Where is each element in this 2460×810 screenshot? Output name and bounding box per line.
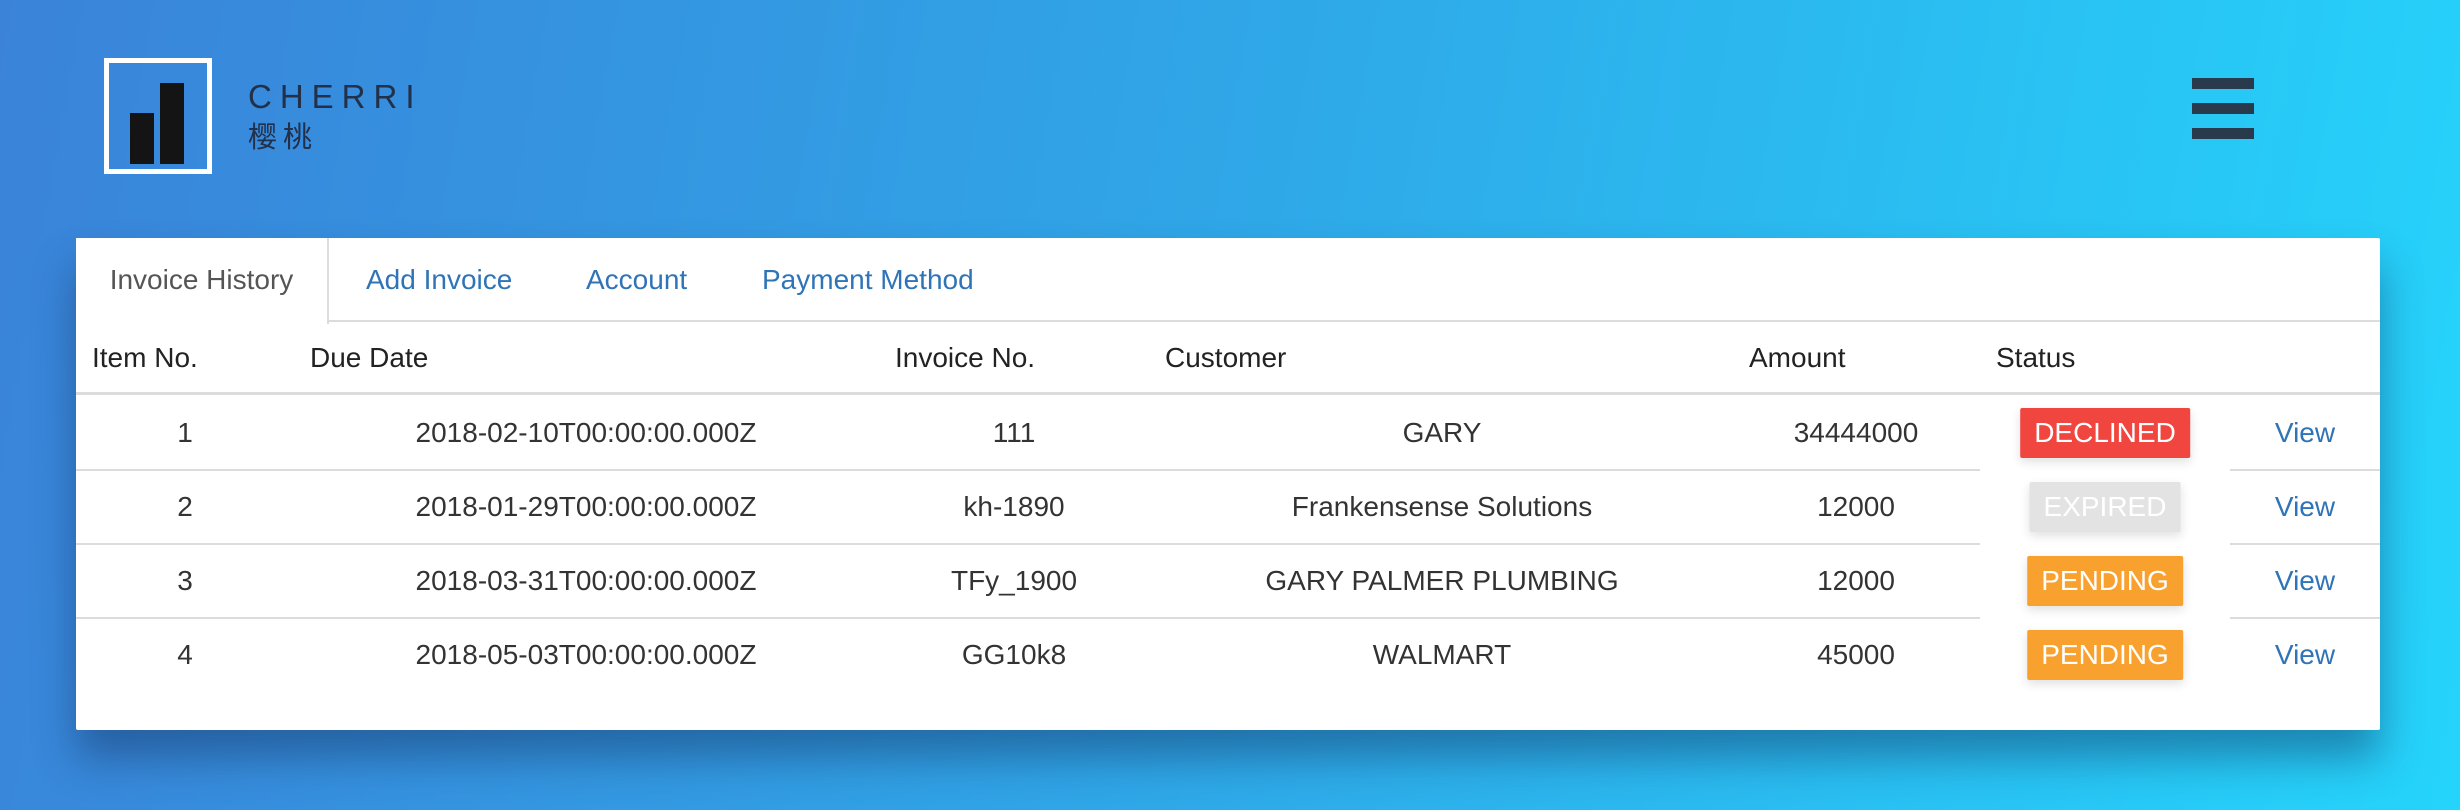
status-badge: PENDING — [2027, 630, 2183, 680]
due-date-cell: 2018-03-31T00:00:00.000Z — [415, 565, 757, 596]
brand-subtitle: 樱桃 — [248, 122, 319, 154]
column-header-invoice-no: Invoice No. — [895, 342, 1036, 373]
column-header-status: Status — [1996, 342, 2076, 373]
menu-line — [2192, 103, 2254, 114]
customer-cell: Frankensense Solutions — [1291, 491, 1593, 522]
brand-name: CHERRI — [248, 78, 423, 115]
column-header-customer: Customer — [1165, 342, 1287, 373]
logo-bar-short — [130, 113, 154, 164]
invoice-no-cell: 111 — [992, 417, 1036, 448]
table-row: 1 2018-02-10T00:00:00.000Z 111 GARY 34444000… — [76, 396, 2380, 471]
due-date-cell: 2018-01-29T00:00:00.000Z — [415, 491, 757, 522]
status-badge: EXPIRED — [2029, 482, 2181, 532]
hamburger-menu-icon[interactable] — [2192, 78, 2254, 140]
menu-line — [2192, 78, 2254, 89]
due-date-cell: 2018-05-03T00:00:00.000Z — [415, 639, 757, 670]
item-no-cell: 2 — [177, 491, 193, 522]
table-row: 3 2018-03-31T00:00:00.000Z TFy_1900 GARY PA… — [76, 544, 2380, 619]
invoice-no-cell: kh-1890 — [963, 491, 1065, 522]
table-row: 2 2018-01-29T00:00:00.000Z kh-1890 Frankens… — [76, 470, 2380, 545]
invoice-card: Invoice History Add Invoice Account Paym… — [76, 238, 2380, 730]
tab-add-invoice[interactable]: Add Invoice — [366, 238, 512, 322]
amount-cell: 12000 — [1817, 565, 1895, 596]
view-link[interactable]: View — [2275, 544, 2335, 618]
logo-bar-tall — [160, 83, 184, 164]
status-badge: PENDING — [2027, 556, 2183, 606]
view-link[interactable]: View — [2275, 470, 2335, 544]
item-no-cell: 1 — [177, 417, 193, 448]
invoice-no-cell: TFy_1900 — [950, 565, 1078, 596]
view-link[interactable]: View — [2275, 618, 2335, 692]
column-header-due-date: Due Date — [310, 342, 429, 373]
column-header-amount: Amount — [1749, 342, 1846, 373]
amount-cell: 12000 — [1817, 491, 1895, 522]
tab-payment-method[interactable]: Payment Method — [762, 238, 974, 322]
tab-account[interactable]: Account — [586, 238, 687, 322]
invoice-no-cell: GG10k8 — [961, 639, 1067, 670]
status-badge: DECLINED — [2020, 408, 2190, 458]
amount-cell: 34444000 — [1793, 417, 1919, 448]
item-no-cell: 3 — [177, 565, 193, 596]
due-date-cell: 2018-02-10T00:00:00.000Z — [415, 417, 757, 448]
tab-invoice-history[interactable]: Invoice History — [76, 238, 329, 324]
column-header-item-no: Item No. — [92, 342, 198, 373]
header-divider — [76, 392, 2380, 395]
tab-bar: Invoice History Add Invoice Account Paym… — [76, 238, 2380, 324]
customer-cell: WALMART — [1372, 639, 1512, 670]
item-no-cell: 4 — [177, 639, 193, 670]
bar-chart-logo-icon — [104, 58, 212, 174]
customer-cell: GARY — [1402, 417, 1482, 448]
amount-cell: 45000 — [1817, 639, 1895, 670]
view-link[interactable]: View — [2275, 396, 2335, 470]
menu-line — [2192, 128, 2254, 139]
customer-cell: GARY PALMER PLUMBING — [1265, 565, 1619, 596]
table-row: 4 2018-05-03T00:00:00.000Z GG10k8 WALMART 45… — [76, 618, 2380, 692]
